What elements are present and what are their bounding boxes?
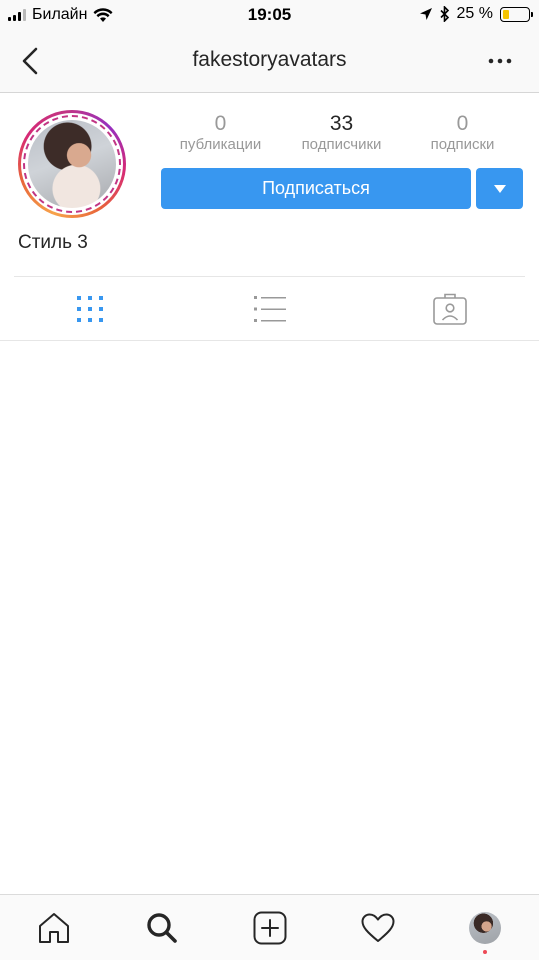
battery-fill bbox=[503, 9, 509, 19]
tab-list[interactable] bbox=[180, 277, 359, 340]
search-icon bbox=[147, 913, 177, 943]
heart-icon bbox=[361, 913, 395, 942]
profile-avatar-small bbox=[469, 912, 501, 944]
stat-posts-count: 0 bbox=[214, 112, 227, 135]
back-button[interactable] bbox=[14, 44, 46, 78]
profile-avatar[interactable] bbox=[18, 110, 126, 218]
grid-icon bbox=[76, 295, 103, 322]
avatar-photo bbox=[28, 120, 116, 208]
stat-following-label: подписки bbox=[430, 136, 495, 153]
chevron-down-icon bbox=[493, 184, 506, 193]
tab-new-post[interactable] bbox=[216, 895, 324, 960]
profile-name: Стиль 3 bbox=[18, 232, 88, 253]
stat-followers-label: подписчики bbox=[301, 136, 382, 153]
bluetooth-icon bbox=[439, 6, 449, 22]
stat-posts[interactable]: 0 публикации bbox=[160, 112, 281, 154]
nav-bar: fakestoryavatars bbox=[0, 30, 539, 93]
more-horizontal-icon bbox=[488, 58, 512, 64]
stat-followers[interactable]: 33 подписчики bbox=[281, 112, 402, 154]
battery-icon bbox=[500, 6, 533, 22]
chevron-left-icon bbox=[22, 47, 38, 75]
tab-activity[interactable] bbox=[324, 895, 432, 960]
tab-grid[interactable] bbox=[0, 277, 179, 340]
location-arrow-icon bbox=[419, 8, 432, 20]
status-right: 25 % bbox=[419, 5, 533, 23]
profile-tabs bbox=[0, 277, 539, 341]
stat-following[interactable]: 0 подписки bbox=[402, 112, 523, 154]
home-icon bbox=[39, 913, 69, 943]
list-icon bbox=[253, 295, 286, 322]
bottom-tab-bar bbox=[0, 894, 539, 960]
tab-home[interactable] bbox=[0, 895, 108, 960]
tab-search[interactable] bbox=[108, 895, 216, 960]
stat-followers-count: 33 bbox=[329, 112, 354, 135]
more-options-button[interactable] bbox=[483, 48, 517, 74]
tab-tagged[interactable] bbox=[360, 277, 539, 340]
profile-stats: 0 публикации 33 подписчики 0 подписки bbox=[160, 112, 524, 156]
battery-percent: 25 % bbox=[456, 5, 493, 22]
notification-dot bbox=[483, 950, 487, 954]
follow-button[interactable]: Подписаться bbox=[161, 168, 471, 209]
stat-following-count: 0 bbox=[456, 112, 469, 135]
tagged-icon bbox=[432, 293, 467, 325]
add-post-icon bbox=[253, 911, 287, 945]
status-bar: Билайн 19:05 25 % bbox=[0, 0, 539, 30]
suggestions-dropdown-button[interactable] bbox=[476, 168, 523, 209]
page-title: fakestoryavatars bbox=[192, 48, 347, 71]
stat-posts-label: публикации bbox=[179, 136, 262, 153]
tab-profile[interactable] bbox=[431, 895, 539, 960]
